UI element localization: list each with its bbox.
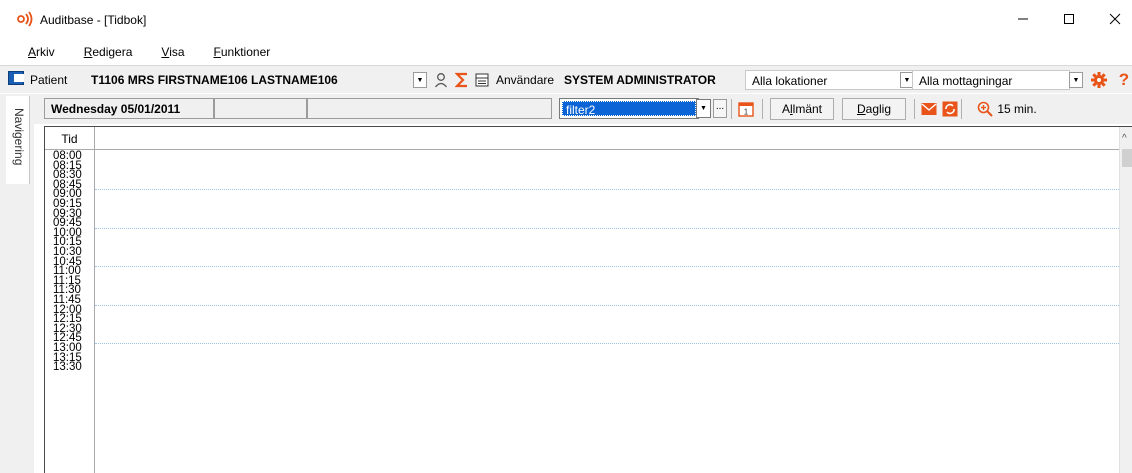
navigation-tab-label: Navigering: [12, 108, 26, 166]
form-icon[interactable]: [473, 71, 491, 89]
user-label: Användare: [496, 73, 555, 87]
patient-label: Patient: [30, 73, 68, 87]
app-logo-icon: [17, 11, 33, 27]
time-slot-label: 13:30: [53, 361, 82, 374]
patient-toolbar: Patient T1106 MRS FIRSTNAME106 LASTNAME1…: [0, 65, 1132, 93]
grid-header: Tid: [45, 127, 1119, 150]
date-toolbar: Wednesday 05/01/2011 filter2 ▼ ... 1 All…: [34, 94, 1132, 124]
person-icon[interactable]: [432, 71, 450, 89]
menu-bar: Arkiv Redigera Visa Funktioner: [0, 40, 1132, 64]
separator: [961, 99, 962, 119]
location-select[interactable]: Alla lokationer: [745, 70, 917, 90]
hour-divider-line: [95, 227, 1119, 229]
window-title: Auditbase - [Tidbok]: [40, 13, 147, 27]
filter-browse-button[interactable]: ...: [713, 99, 727, 118]
menu-redigera[interactable]: Redigera: [84, 45, 133, 59]
hour-divider-line: [95, 343, 1119, 344]
help-icon[interactable]: ?: [1115, 70, 1132, 89]
user-name: SYSTEM ADMINISTRATOR: [564, 73, 716, 87]
zoom-interval-button[interactable]: 15 min.: [967, 98, 1047, 120]
scroll-up-icon[interactable]: ^: [1122, 133, 1127, 144]
clinic-dropdown-arrow[interactable]: ▼: [1069, 72, 1083, 88]
menu-arkiv-mnemonic: A: [28, 45, 37, 59]
zoom-in-icon: [978, 101, 994, 117]
sum-icon[interactable]: [453, 71, 471, 89]
menu-funktioner-label: unktioner: [220, 45, 271, 59]
minimize-icon: [1018, 18, 1028, 20]
refresh-icon[interactable]: [941, 100, 959, 118]
time-column: 08:00 08:15 08:30 08:45 09:00 09:15 09:30 09:45…: [45, 150, 95, 473]
maximize-button[interactable]: [1046, 0, 1092, 38]
info-field-1: [214, 98, 307, 119]
maximize-icon: [1064, 14, 1074, 24]
menu-visa-label: isa: [169, 45, 185, 59]
patient-name: T1106 MRS FIRSTNAME106 LASTNAME106: [91, 73, 338, 87]
clinic-select[interactable]: Alla mottagningar: [912, 70, 1070, 90]
mail-icon[interactable]: [920, 100, 938, 118]
hour-divider-line: [95, 189, 1119, 191]
calendar-icon[interactable]: 1: [737, 100, 755, 118]
filter-dropdown-arrow[interactable]: ▼: [696, 99, 711, 118]
scrollbar-thumb[interactable]: [1122, 149, 1132, 167]
general-button-text-a: A: [781, 102, 790, 116]
info-field-2: [307, 98, 552, 119]
zoom-interval-label: 15 min.: [997, 102, 1037, 116]
daily-button-text: aglig: [865, 102, 892, 116]
daily-button[interactable]: Daglig: [842, 98, 906, 120]
svg-text:1: 1: [744, 108, 749, 117]
time-column-header: Tid: [45, 127, 95, 150]
menu-funktioner-mnemonic: F: [213, 45, 221, 59]
date-display[interactable]: Wednesday 05/01/2011: [44, 98, 214, 119]
close-icon: [1109, 13, 1121, 25]
minimize-button[interactable]: [1000, 0, 1046, 38]
separator: [731, 99, 732, 119]
panel-toggle-icon[interactable]: [8, 71, 24, 85]
close-button[interactable]: [1092, 0, 1132, 38]
menu-visa[interactable]: Visa: [161, 45, 184, 59]
separator: [762, 99, 763, 119]
separator: [914, 99, 915, 119]
schedule-grid[interactable]: Tid 08:00 08:15 08:30 08:45 09:00 09:15 09:30 0…: [44, 126, 1132, 473]
daily-button-mnemonic: D: [856, 102, 866, 116]
general-button-text-b: lmänt: [792, 102, 823, 116]
filter-value: filter2: [562, 101, 696, 117]
filter-select[interactable]: filter2: [559, 98, 699, 119]
vertical-scrollbar[interactable]: ^: [1119, 127, 1132, 473]
menu-arkiv-label: rkiv: [36, 45, 55, 59]
patient-dropdown-button[interactable]: ▼: [413, 72, 427, 88]
hour-divider-line: [95, 266, 1119, 268]
general-button[interactable]: Al lmänt: [770, 98, 834, 120]
menu-funktioner[interactable]: Funktioner: [214, 45, 271, 59]
gear-icon[interactable]: [1090, 71, 1108, 89]
menu-redigera-label: edigera: [92, 45, 133, 59]
title-bar: Auditbase - [Tidbok]: [0, 0, 1132, 40]
navigation-tab[interactable]: Navigering: [6, 96, 30, 184]
hour-divider-line: [95, 304, 1119, 306]
menu-arkiv[interactable]: Arkiv: [28, 45, 55, 59]
